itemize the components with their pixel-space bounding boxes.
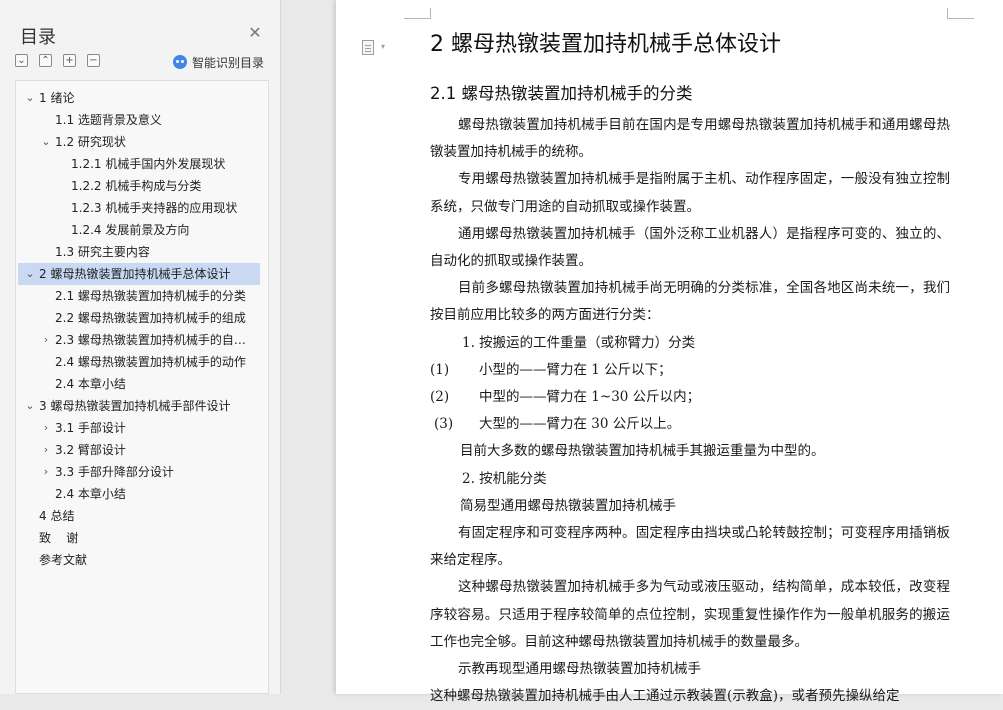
toc-item[interactable]: › 3.2 臂部设计 bbox=[18, 439, 260, 461]
nav-title: 目录 bbox=[20, 27, 56, 48]
enum-number: (1) bbox=[430, 361, 450, 378]
toc-item[interactable]: ⌄ 3 螺母热镦装置加持机械手部件设计 bbox=[18, 395, 260, 417]
page-corner-mark bbox=[947, 8, 974, 19]
toc-label: 1.3 研究主要内容 bbox=[55, 245, 150, 259]
chevron-down-icon[interactable]: ⌄ bbox=[24, 395, 36, 417]
chevron-down-icon[interactable]: ▾ bbox=[381, 42, 385, 51]
enum-item: (2) 中型的——臂力在 1~30 公斤以内； bbox=[430, 384, 950, 411]
toc-item[interactable]: 1.2.1 机械手国内外发展现状 bbox=[18, 153, 260, 175]
subheading: 示教再现型通用螺母热镦装置加持机械手 bbox=[458, 661, 701, 678]
toc-item[interactable]: ⌄ 1 绪论 bbox=[18, 87, 260, 109]
enum-number: (2) bbox=[430, 389, 450, 406]
subheading: 简易型通用螺母热镦装置加持机械手 bbox=[460, 497, 676, 514]
toc-label: 参考文献 bbox=[39, 553, 88, 567]
chevron-right-icon[interactable]: › bbox=[40, 439, 52, 461]
heading-2: 2.1 螺母热镦装置加持机械手的分类 bbox=[430, 84, 693, 103]
list-heading: 1. 按搬运的工件重量（或称臂力）分类 bbox=[462, 334, 696, 351]
page-corner-mark bbox=[404, 8, 431, 19]
navigation-pane: 目录 ✕ ⌄ ⌃ + − 智能识别目录 ⌄ 1 绪论 1.1 选题背景及意义 ⌄… bbox=[0, 0, 281, 694]
toc-label: 1.2.3 机械手夹持器的应用现状 bbox=[71, 201, 238, 215]
paragraph: 螺母热镦装置加持机械手目前在国内是专用螺母热镦装置加持机械手和通用螺母热镦装置加… bbox=[430, 117, 950, 161]
enum-number: (3) bbox=[434, 416, 454, 433]
toc-label: 2.1 螺母热镦装置加持机械手的分类 bbox=[55, 289, 246, 303]
toc-label: 致 谢 bbox=[39, 531, 79, 545]
toc-label: 2.4 本章小结 bbox=[55, 377, 126, 391]
toc-item[interactable]: › 3.3 手部升降部分设计 bbox=[18, 461, 260, 483]
toc-label: 2.4 本章小结 bbox=[55, 487, 126, 501]
paragraph: 这种螺母热镦装置加持机械手由人工通过示教装置(示教盒)，或者预先操纵给定 bbox=[430, 688, 900, 705]
enum-text: 大型的——臂力在 30 公斤以上。 bbox=[479, 416, 681, 433]
chevron-down-icon[interactable]: ⌄ bbox=[40, 131, 52, 153]
paragraph: 目前多螺母热镦装置加持机械手尚无明确的分类标准，全国各地区尚未统一，我们按目前应… bbox=[430, 280, 950, 324]
toc-label: 2.2 螺母热镦装置加持机械手的组成 bbox=[55, 311, 246, 325]
enum-item: (3) 大型的——臂力在 30 公斤以上。 bbox=[430, 411, 950, 438]
toc-item[interactable]: › 2.3 螺母热镦装置加持机械手的自由度 bbox=[18, 329, 260, 351]
smart-toc-button[interactable]: 智能识别目录 bbox=[173, 53, 264, 71]
toc-item[interactable]: 4 总结 bbox=[18, 505, 260, 527]
expand-all-icon[interactable]: ⌃ bbox=[39, 54, 52, 67]
toc-item[interactable]: 2.4 螺母热镦装置加持机械手的动作 bbox=[18, 351, 260, 373]
toc-label: 1.2 研究现状 bbox=[55, 135, 126, 149]
smart-recognition-icon bbox=[173, 55, 187, 69]
paragraph: 专用螺母热镦装置加持机械手是指附属于主机、动作程序固定，一般没有独立控制系统，只… bbox=[430, 171, 950, 215]
document-icon[interactable] bbox=[362, 40, 374, 55]
toc-item-active[interactable]: ⌄ 2 螺母热镦装置加持机械手总体设计 bbox=[18, 263, 260, 285]
toc-item[interactable]: 1.3 研究主要内容 bbox=[18, 241, 260, 263]
toc-item[interactable]: 2.1 螺母热镦装置加持机械手的分类 bbox=[18, 285, 260, 307]
chevron-down-icon[interactable]: ⌄ bbox=[24, 87, 36, 109]
toc-label: 2.4 螺母热镦装置加持机械手的动作 bbox=[55, 355, 246, 369]
chevron-right-icon[interactable]: › bbox=[40, 329, 52, 351]
toc-label: 1.2.1 机械手国内外发展现状 bbox=[71, 157, 226, 171]
toc-item[interactable]: 致 谢 bbox=[18, 527, 260, 549]
toc-item[interactable]: 参考文献 bbox=[18, 549, 260, 571]
toc-item[interactable]: 1.2.4 发展前景及方向 bbox=[18, 219, 260, 241]
toc-label: 3.3 手部升降部分设计 bbox=[55, 465, 174, 479]
toc-item[interactable]: 1.2.3 机械手夹持器的应用现状 bbox=[18, 197, 260, 219]
list-heading: 2. 按机能分类 bbox=[462, 470, 547, 487]
enum-item: (1) 小型的——臂力在 1 公斤以下； bbox=[430, 357, 950, 384]
toc-label: 2 螺母热镦装置加持机械手总体设计 bbox=[39, 267, 231, 281]
toc-label: 4 总结 bbox=[39, 509, 75, 523]
smart-toc-label: 智能识别目录 bbox=[192, 55, 265, 70]
heading-1: 2 螺母热镦装置加持机械手总体设计 bbox=[430, 32, 781, 57]
toc-label: 2.3 螺母热镦装置加持机械手的自由度 bbox=[55, 333, 251, 347]
toc-item[interactable]: 1.2.2 机械手构成与分类 bbox=[18, 175, 260, 197]
toc-label: 1 绪论 bbox=[39, 91, 75, 105]
toc-item[interactable]: 2.4 本章小结 bbox=[18, 483, 260, 505]
toc-label: 3.1 手部设计 bbox=[55, 421, 126, 435]
add-heading-icon[interactable]: + bbox=[63, 54, 76, 67]
paragraph: 目前大多数的螺母热镦装置加持机械手其搬运重量为中型的。 bbox=[460, 443, 825, 460]
toc-label: 3.2 臂部设计 bbox=[55, 443, 126, 457]
toc-tree: ⌄ 1 绪论 1.1 选题背景及意义 ⌄ 1.2 研究现状 1.2.1 机械手国… bbox=[15, 80, 269, 694]
collapse-all-icon[interactable]: ⌄ bbox=[15, 54, 28, 67]
chevron-down-icon[interactable]: ⌄ bbox=[24, 263, 36, 285]
toc-label: 1.2.2 机械手构成与分类 bbox=[71, 179, 202, 193]
toc-label: 1.1 选题背景及意义 bbox=[55, 113, 162, 127]
document-body: 螺母热镦装置加持机械手目前在国内是专用螺母热镦装置加持机械手和通用螺母热镦装置加… bbox=[430, 112, 950, 710]
remove-heading-icon[interactable]: − bbox=[87, 54, 100, 67]
paragraph: 通用螺母热镦装置加持机械手（国外泛称工业机器人）是指程序可变的、独立的、自动化的… bbox=[430, 225, 950, 270]
toc-label: 3 螺母热镦装置加持机械手部件设计 bbox=[39, 399, 231, 413]
close-icon[interactable]: ✕ bbox=[247, 25, 263, 41]
paragraph: 有固定程序和可变程序两种。固定程序由挡块或凸轮转鼓控制；可变程序用插销板来给定程… bbox=[430, 525, 950, 569]
toc-item[interactable]: 2.2 螺母热镦装置加持机械手的组成 bbox=[18, 307, 260, 329]
toc-item[interactable]: 2.4 本章小结 bbox=[18, 373, 260, 395]
chevron-right-icon[interactable]: › bbox=[40, 417, 52, 439]
paragraph: 这种螺母热镦装置加持机械手多为气动或液压驱动，结构简单，成本较低，改变程序较容易… bbox=[430, 579, 950, 650]
toc-item[interactable]: ⌄ 1.2 研究现状 bbox=[18, 131, 260, 153]
enum-text: 小型的——臂力在 1 公斤以下； bbox=[479, 361, 672, 378]
enum-text: 中型的——臂力在 1~30 公斤以内； bbox=[479, 389, 701, 406]
toc-item[interactable]: › 3.1 手部设计 bbox=[18, 417, 260, 439]
toc-label: 1.2.4 发展前景及方向 bbox=[71, 223, 190, 237]
chevron-right-icon[interactable]: › bbox=[40, 461, 52, 483]
toc-item[interactable]: 1.1 选题背景及意义 bbox=[18, 109, 260, 131]
